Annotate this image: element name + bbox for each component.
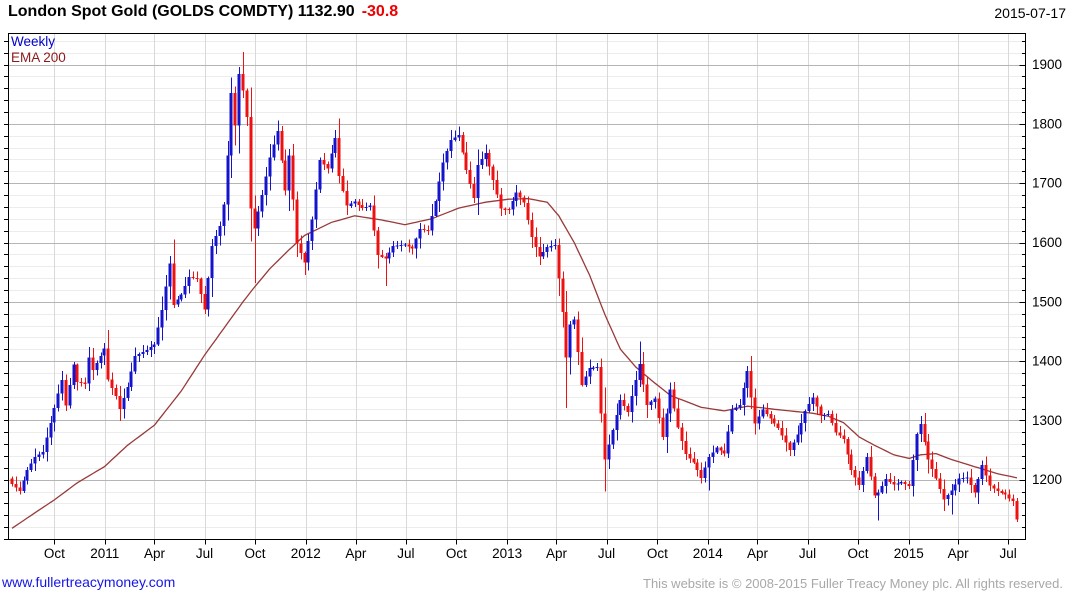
svg-text:2012: 2012 — [291, 546, 321, 561]
svg-text:1300: 1300 — [1032, 413, 1062, 428]
website-link[interactable]: www.fullertreacymoney.com — [2, 574, 175, 590]
svg-text:1500: 1500 — [1032, 294, 1062, 309]
svg-text:2013: 2013 — [492, 546, 522, 561]
svg-text:Apr: Apr — [144, 546, 166, 561]
svg-text:2014: 2014 — [693, 546, 724, 561]
svg-text:Oct: Oct — [446, 546, 467, 561]
svg-text:1700: 1700 — [1032, 176, 1062, 191]
svg-text:1600: 1600 — [1032, 235, 1062, 250]
svg-text:2011: 2011 — [90, 546, 119, 561]
svg-text:Apr: Apr — [747, 546, 769, 561]
svg-text:Jul: Jul — [799, 546, 816, 561]
svg-text:1200: 1200 — [1032, 472, 1062, 487]
svg-text:Oct: Oct — [244, 546, 265, 561]
svg-text:Jul: Jul — [196, 546, 213, 561]
legend-ema-200: EMA 200 — [11, 50, 66, 65]
svg-text:Jul: Jul — [1000, 546, 1017, 561]
svg-text:Apr: Apr — [345, 546, 367, 561]
legend-frequency: Weekly — [11, 34, 56, 49]
copyright-notice: This website is © 2008-2015 Fuller Treac… — [643, 576, 1063, 591]
svg-text:Apr: Apr — [948, 546, 970, 561]
svg-text:Oct: Oct — [44, 546, 65, 561]
svg-text:Apr: Apr — [546, 546, 568, 561]
svg-text:Jul: Jul — [397, 546, 414, 561]
svg-text:1800: 1800 — [1032, 116, 1062, 131]
svg-text:Jul: Jul — [598, 546, 615, 561]
svg-text:1900: 1900 — [1032, 57, 1062, 72]
svg-text:Oct: Oct — [847, 546, 868, 561]
price-chart: 1900 1800 1700 1600 1500 1400 1300 1200 Oct 2011 A… — [4, 33, 1062, 561]
svg-text:1400: 1400 — [1032, 354, 1062, 369]
svg-text:2015: 2015 — [894, 546, 924, 561]
svg-text:Oct: Oct — [647, 546, 668, 561]
